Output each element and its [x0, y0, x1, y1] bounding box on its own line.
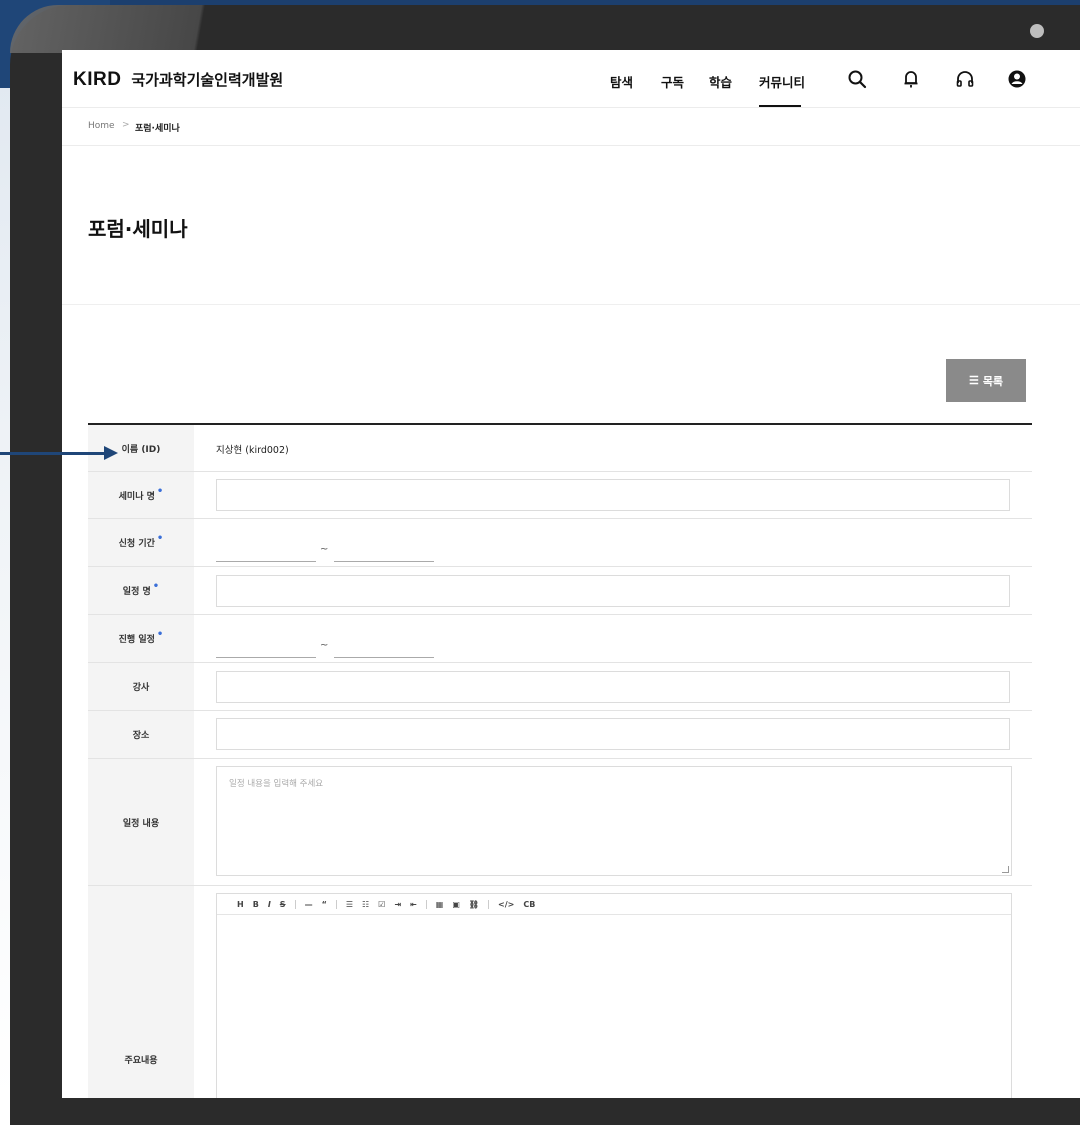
- list-icon: ☰: [968, 375, 979, 387]
- place-input[interactable]: [216, 718, 1010, 750]
- tablet-bezel-shine: [10, 5, 350, 53]
- form-row-place: 장소: [88, 711, 1032, 759]
- divider: [62, 304, 1080, 305]
- form-row-progress-schedule: 진행 일정 • ~: [88, 615, 1032, 663]
- range-tilde: ~: [320, 544, 329, 555]
- outdent-icon[interactable]: ⇤: [410, 900, 417, 909]
- label-text: 진행 일정: [118, 635, 155, 645]
- list-button-label: 목록: [982, 375, 1004, 388]
- tablet-camera: [1030, 24, 1044, 38]
- toolbar-divider: [294, 899, 296, 909]
- breadcrumb: Home > 포럼·세미나: [62, 108, 1080, 146]
- required-dot: •: [156, 533, 164, 544]
- editor-toolbar: H B I S — “ ☰ ☷ ☑ ⇥ ⇤ ▦ ▣ ⛓ </> CB: [217, 894, 1011, 915]
- site-logo[interactable]: KIRD 국가과학기술인력개발원: [73, 69, 283, 91]
- breadcrumb-separator: >: [122, 120, 130, 130]
- image-icon[interactable]: ▣: [452, 900, 460, 909]
- apply-start-date-input[interactable]: [216, 543, 316, 562]
- toolbar-divider: [488, 899, 490, 909]
- strike-icon[interactable]: S: [280, 900, 286, 909]
- user-icon[interactable]: [1006, 68, 1028, 90]
- rich-text-editor[interactable]: H B I S — “ ☰ ☷ ☑ ⇥ ⇤ ▦ ▣ ⛓ </> CB: [216, 893, 1012, 1098]
- apply-end-date-input[interactable]: [334, 543, 434, 562]
- toolbar-divider: [425, 899, 427, 909]
- range-tilde: ~: [320, 640, 329, 651]
- indent-icon[interactable]: ⇥: [394, 900, 401, 909]
- list-button[interactable]: ☰ 목록: [946, 359, 1026, 402]
- label-text: 강사: [132, 683, 150, 693]
- form-label-schedule-content: 일정 내용: [88, 759, 194, 885]
- headphones-icon[interactable]: [954, 68, 976, 90]
- search-icon[interactable]: [846, 68, 868, 90]
- nav-subscribe[interactable]: 구독: [661, 72, 684, 91]
- label-text: 일정 내용: [122, 818, 160, 829]
- required-dot: •: [156, 485, 164, 497]
- label-text: 세미나 명: [118, 491, 155, 502]
- logo-short: KIRD: [73, 69, 122, 90]
- table-icon[interactable]: ▦: [436, 900, 444, 909]
- heading-icon[interactable]: H: [237, 900, 244, 909]
- form-label-apply-period: 신청 기간 •: [88, 519, 194, 566]
- form-row-schedule-name: 일정 명 •: [88, 567, 1032, 615]
- breadcrumb-home[interactable]: Home: [88, 121, 115, 131]
- bold-icon[interactable]: B: [253, 900, 259, 909]
- site-header: KIRD 국가과학기술인력개발원 탐색 구독 학습 커뮤니티: [62, 50, 1080, 108]
- form-label-place: 장소: [88, 711, 194, 758]
- form-label-progress-schedule: 진행 일정 •: [88, 615, 194, 662]
- form-label-main-content: 주요내용: [88, 886, 194, 1098]
- nav-community[interactable]: 커뮤니티: [759, 72, 805, 91]
- schedule-content-textarea[interactable]: 일정 내용을 입력해 주세요: [216, 766, 1012, 876]
- ordered-list-icon[interactable]: ☷: [362, 900, 369, 909]
- breadcrumb-current: 포럼·세미나: [135, 124, 180, 134]
- form-row-apply-period: 신청 기간 • ~: [88, 519, 1032, 567]
- form-label-instructor: 강사: [88, 663, 194, 710]
- form-row-instructor: 강사: [88, 663, 1032, 711]
- form-label-seminar-name: 세미나 명 •: [88, 472, 194, 518]
- label-text: 신청 기간: [118, 539, 155, 549]
- progress-end-date-input[interactable]: [334, 639, 434, 658]
- bullet-list-icon[interactable]: ☰: [346, 900, 353, 909]
- name-id-value: 지상현 (kird002): [216, 445, 289, 456]
- nav-explore[interactable]: 탐색: [610, 72, 633, 91]
- seminar-name-input[interactable]: [216, 479, 1010, 511]
- bell-icon[interactable]: [900, 68, 922, 90]
- required-dot: •: [156, 629, 164, 640]
- codeblock-icon[interactable]: CB: [523, 900, 535, 909]
- form-row-name-id: 이름 (ID) 지상현 (kird002): [88, 425, 1032, 472]
- form-row-seminar-name: 세미나 명 •: [88, 472, 1032, 519]
- form-row-schedule-content: 일정 내용 일정 내용을 입력해 주세요: [88, 759, 1032, 886]
- label-text: 주요내용: [124, 1056, 158, 1066]
- annotation-arrow-icon: [104, 446, 118, 460]
- tablet-screen: KIRD 국가과학기술인력개발원 탐색 구독 학습 커뮤니티 Home > 포럼…: [62, 50, 1080, 1098]
- form-label-schedule-name: 일정 명 •: [88, 567, 194, 614]
- quote-icon[interactable]: “: [322, 900, 327, 909]
- page-title: 포럼·세미나: [88, 217, 188, 241]
- task-list-icon[interactable]: ☑: [378, 900, 385, 909]
- form-row-main-content: 주요내용 H B I S — “ ☰ ☷ ☑ ⇥ ⇤ ▦ ▣ ⛓ </> CB: [88, 886, 1032, 1098]
- hr-icon[interactable]: —: [305, 900, 313, 909]
- textarea-placeholder: 일정 내용을 입력해 주세요: [229, 779, 324, 789]
- required-dot: •: [152, 581, 160, 592]
- resize-grip-icon[interactable]: [1002, 866, 1009, 873]
- progress-start-date-input[interactable]: [216, 639, 316, 658]
- link-icon[interactable]: ⛓: [469, 900, 479, 909]
- italic-icon[interactable]: I: [268, 900, 271, 909]
- label-text: 장소: [132, 731, 150, 741]
- schedule-name-input[interactable]: [216, 575, 1010, 607]
- nav-active-indicator: [759, 105, 801, 107]
- annotation-arrow-line: [0, 452, 108, 455]
- code-icon[interactable]: </>: [498, 900, 514, 909]
- instructor-input[interactable]: [216, 671, 1010, 703]
- label-text: 이름 (ID): [121, 444, 161, 455]
- logo-name: 국가과학기술인력개발원: [131, 71, 284, 89]
- nav-learning[interactable]: 학습: [709, 72, 732, 91]
- toolbar-divider: [335, 899, 337, 909]
- label-text: 일정 명: [122, 587, 151, 597]
